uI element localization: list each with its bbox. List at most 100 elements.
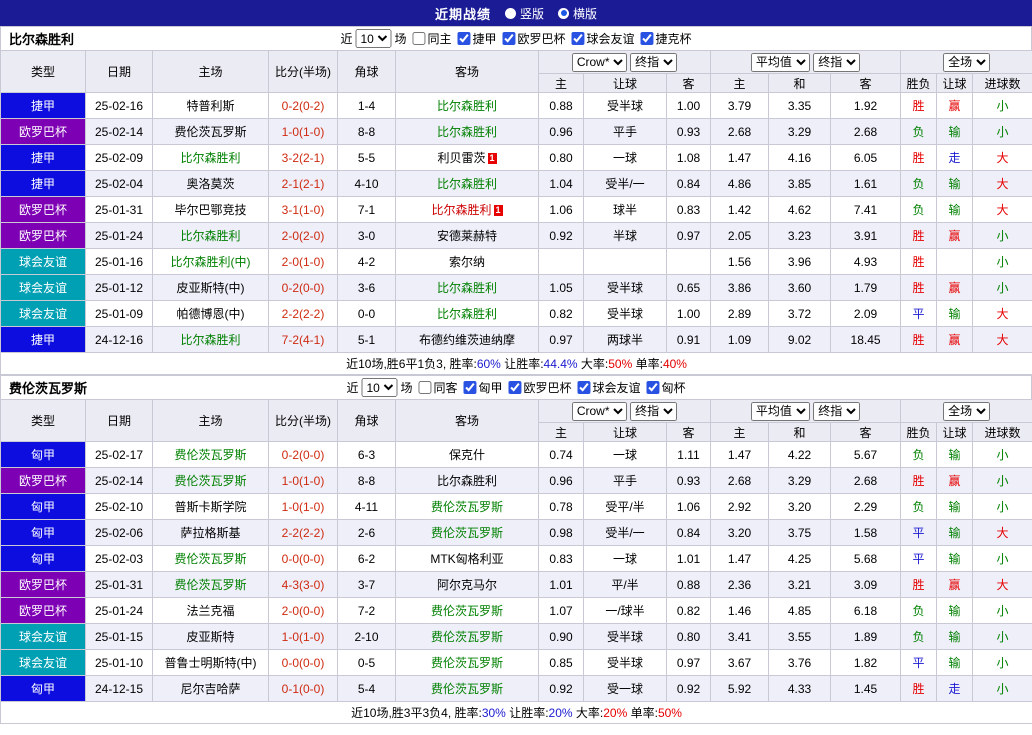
team-link[interactable]: 比尔森胜利 <box>437 177 497 191</box>
match-score[interactable]: 2-2(2-2) <box>268 519 338 546</box>
checkbox[interactable] <box>457 31 471 45</box>
average-select[interactable]: 平均值 <box>750 52 810 72</box>
team-link[interactable]: 费伦茨瓦罗斯 <box>431 682 503 696</box>
league-filter-checkbox[interactable]: 欧罗巴杯 <box>502 30 566 47</box>
match-score[interactable]: 1-0(1-0) <box>268 467 338 494</box>
bookmaker-select[interactable]: Crow* <box>571 401 627 421</box>
match-score[interactable]: 1-0(1-0) <box>268 493 338 520</box>
match-score[interactable]: 2-2(2-2) <box>268 300 338 327</box>
team-link[interactable]: 索尔纳 <box>449 255 485 269</box>
match-score[interactable]: 0-2(0-0) <box>268 441 338 468</box>
home-team[interactable]: 比尔森胜利(中) <box>152 248 269 275</box>
away-team[interactable]: 保克什 <box>395 441 539 468</box>
team-link[interactable]: 普鲁士明斯特(中) <box>165 656 257 670</box>
league-filter-checkbox[interactable]: 欧罗巴杯 <box>508 379 572 396</box>
home-team[interactable]: 皮亚斯特(中) <box>152 274 269 301</box>
checkbox[interactable] <box>571 31 585 45</box>
team-link[interactable]: 利贝雷茨 <box>437 151 485 165</box>
team-link[interactable]: 布德约维茨迪纳摩 <box>419 333 515 347</box>
team-link[interactable]: 尼尔吉哈萨 <box>180 682 240 696</box>
recent-count-select[interactable]: 10 <box>361 378 398 397</box>
odds-stage-select[interactable]: 终指 <box>630 52 678 72</box>
away-team[interactable]: 比尔森胜利 <box>395 467 539 494</box>
team-link[interactable]: 费伦茨瓦罗斯 <box>431 526 503 540</box>
league-filter-checkbox[interactable]: 球会友谊 <box>577 379 641 396</box>
team-link[interactable]: MTK匈格利亚 <box>430 552 503 566</box>
match-score[interactable]: 0-0(0-0) <box>268 649 338 676</box>
same-venue-checkbox[interactable]: 同主 <box>412 30 451 47</box>
match-score[interactable]: 7-2(4-1) <box>268 326 338 353</box>
away-team[interactable]: 索尔纳 <box>395 248 539 275</box>
league-filter-checkbox[interactable]: 捷克杯 <box>640 30 692 47</box>
team-link[interactable]: 费伦茨瓦罗斯 <box>431 500 503 514</box>
match-score[interactable]: 0-2(0-0) <box>268 274 338 301</box>
team-link[interactable]: 费伦茨瓦罗斯 <box>174 474 246 488</box>
home-team[interactable]: 萨拉格斯基 <box>152 519 269 546</box>
scope-select[interactable]: 全场 <box>943 52 991 72</box>
league-filter-checkbox[interactable]: 匈杯 <box>646 379 686 396</box>
league-filter-checkbox[interactable]: 匈甲 <box>463 379 503 396</box>
team-link[interactable]: 比尔森胜利 <box>437 474 497 488</box>
team-link[interactable]: 保克什 <box>449 448 485 462</box>
recent-count-select[interactable]: 10 <box>355 29 392 48</box>
away-team[interactable]: 费伦茨瓦罗斯 <box>395 519 539 546</box>
away-team[interactable]: 布德约维茨迪纳摩 <box>395 326 539 353</box>
match-score[interactable]: 2-0(0-0) <box>268 597 338 624</box>
odds-stage-select[interactable]: 终指 <box>813 52 861 72</box>
scope-select[interactable]: 全场 <box>943 401 991 421</box>
match-score[interactable]: 2-1(2-1) <box>268 170 338 197</box>
match-score[interactable]: 3-1(1-0) <box>268 196 338 223</box>
team-link[interactable]: 费伦茨瓦罗斯 <box>431 630 503 644</box>
team-link[interactable]: 萨拉格斯基 <box>180 526 240 540</box>
away-team[interactable]: 比尔森胜利 <box>395 118 539 145</box>
away-team[interactable]: 比尔森胜利 <box>395 300 539 327</box>
team-link[interactable]: 费伦茨瓦罗斯 <box>174 578 246 592</box>
away-team[interactable]: 比尔森胜利 <box>395 274 539 301</box>
layout-radio-horizontal[interactable]: 横版 <box>558 5 597 22</box>
home-team[interactable]: 费伦茨瓦罗斯 <box>152 118 269 145</box>
average-select[interactable]: 平均值 <box>750 401 810 421</box>
team-link[interactable]: 帕德博恩(中) <box>177 307 245 321</box>
team-link[interactable]: 比尔森胜利 <box>431 203 491 217</box>
away-team[interactable]: 费伦茨瓦罗斯 <box>395 675 539 702</box>
team-link[interactable]: 比尔森胜利 <box>437 99 497 113</box>
team-link[interactable]: 特普利斯 <box>186 99 234 113</box>
away-team[interactable]: 利贝雷茨 1 <box>395 144 539 171</box>
home-team[interactable]: 费伦茨瓦罗斯 <box>152 441 269 468</box>
team-link[interactable]: 奥洛莫茨 <box>186 177 234 191</box>
home-team[interactable]: 奥洛莫茨 <box>152 170 269 197</box>
same-venue-checkbox[interactable]: 同客 <box>418 379 457 396</box>
home-team[interactable]: 费伦茨瓦罗斯 <box>152 545 269 572</box>
home-team[interactable]: 比尔森胜利 <box>152 144 269 171</box>
bookmaker-select[interactable]: Crow* <box>571 52 627 72</box>
match-score[interactable]: 0-2(0-2) <box>268 92 338 119</box>
team-link[interactable]: 皮亚斯特 <box>186 630 234 644</box>
team-link[interactable]: 比尔森胜利 <box>437 125 497 139</box>
team-link[interactable]: 普斯卡斯学院 <box>174 500 246 514</box>
home-team[interactable]: 比尔森胜利 <box>152 326 269 353</box>
odds-stage-select[interactable]: 终指 <box>630 401 678 421</box>
team-link[interactable]: 比尔森胜利 <box>180 151 240 165</box>
away-team[interactable]: 比尔森胜利 1 <box>395 196 539 223</box>
away-team[interactable]: 比尔森胜利 <box>395 170 539 197</box>
league-filter-checkbox[interactable]: 捷甲 <box>457 30 497 47</box>
team-link[interactable]: 毕尔巴鄂竞技 <box>174 203 246 217</box>
team-link[interactable]: 安德莱赫特 <box>437 229 497 243</box>
team-link[interactable]: 费伦茨瓦罗斯 <box>431 604 503 618</box>
team-link[interactable]: 比尔森胜利(中) <box>171 255 251 269</box>
layout-radio-vertical[interactable]: 竖版 <box>504 5 544 22</box>
team-link[interactable]: 比尔森胜利 <box>437 307 497 321</box>
away-team[interactable]: 阿尔克马尔 <box>395 571 539 598</box>
team-link[interactable]: 比尔森胜利 <box>180 333 240 347</box>
checkbox[interactable] <box>463 380 477 394</box>
team-link[interactable]: 比尔森胜利 <box>437 281 497 295</box>
home-team[interactable]: 尼尔吉哈萨 <box>152 675 269 702</box>
match-score[interactable]: 0-1(0-0) <box>268 675 338 702</box>
team-link[interactable]: 比尔森胜利 <box>180 229 240 243</box>
team-link[interactable]: 费伦茨瓦罗斯 <box>431 656 503 670</box>
match-score[interactable]: 4-3(3-0) <box>268 571 338 598</box>
match-score[interactable]: 1-0(1-0) <box>268 118 338 145</box>
away-team[interactable]: 费伦茨瓦罗斯 <box>395 623 539 650</box>
checkbox[interactable] <box>640 31 654 45</box>
match-score[interactable]: 2-0(1-0) <box>268 248 338 275</box>
